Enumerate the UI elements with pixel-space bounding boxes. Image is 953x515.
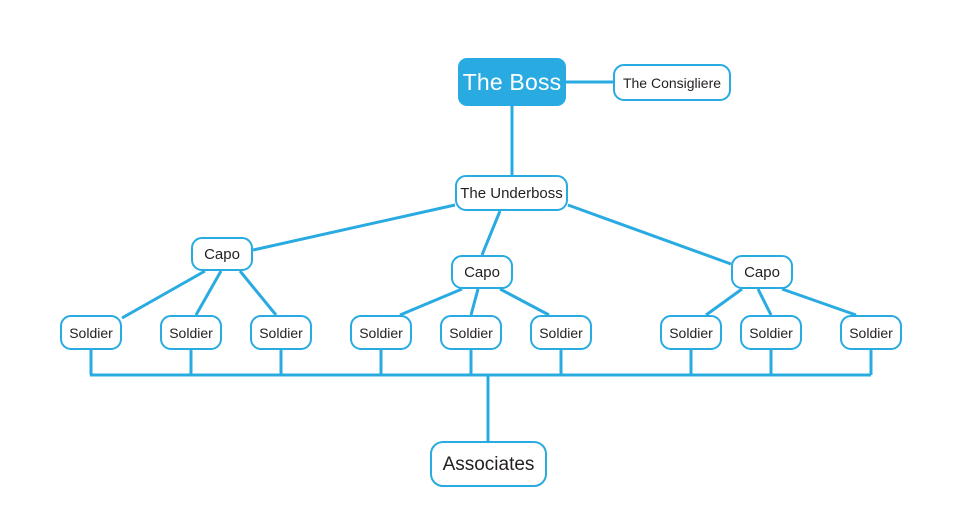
node-capo-1-label: Capo	[204, 245, 240, 263]
node-soldier-7[interactable]: Soldier	[660, 315, 722, 350]
node-associates[interactable]: Associates	[430, 441, 547, 487]
node-the-boss[interactable]: The Boss	[458, 58, 566, 106]
node-soldier-3-label: Soldier	[259, 324, 303, 341]
edge-capo-soldier-9	[781, 287, 857, 317]
node-soldier-5-label: Soldier	[449, 324, 493, 341]
node-soldier-4-label: Soldier	[359, 324, 403, 341]
edge-capo-soldier-8	[756, 288, 773, 316]
node-soldier-4[interactable]: Soldier	[350, 315, 412, 350]
node-soldier-3[interactable]: Soldier	[250, 315, 312, 350]
edge-underboss-capo-2	[480, 210, 502, 256]
node-soldier-8[interactable]: Soldier	[740, 315, 802, 350]
node-soldier-8-label: Soldier	[749, 324, 793, 341]
edge-capo-soldier-7	[705, 287, 743, 317]
edge-underboss-capo-3	[567, 203, 732, 266]
node-capo-2-label: Capo	[464, 263, 500, 281]
node-associates-label: Associates	[442, 453, 535, 475]
edge-capo-soldier-2	[194, 270, 223, 316]
node-soldier-9[interactable]: Soldier	[840, 315, 902, 350]
node-soldier-1[interactable]: Soldier	[60, 315, 122, 350]
node-soldier-5[interactable]: Soldier	[440, 315, 502, 350]
edge-capo-soldier-6	[499, 287, 550, 317]
node-soldier-2[interactable]: Soldier	[160, 315, 222, 350]
node-the-underboss[interactable]: The Underboss	[455, 175, 568, 211]
edge-capo-soldier-3	[238, 270, 278, 316]
node-the-consigliere-label: The Consigliere	[622, 74, 722, 91]
node-capo-3[interactable]: Capo	[731, 255, 793, 289]
node-the-boss-label: The Boss	[462, 68, 562, 95]
org-chart-diagram: The Boss The Consigliere The Underboss C…	[0, 0, 953, 515]
edge-capo-soldier-4	[399, 287, 463, 317]
edge-underboss-capo-1	[252, 203, 456, 252]
node-soldier-7-label: Soldier	[669, 324, 713, 341]
node-the-consigliere[interactable]: The Consigliere	[613, 64, 731, 101]
node-soldier-2-label: Soldier	[169, 324, 213, 341]
node-soldier-9-label: Soldier	[849, 324, 893, 341]
node-capo-1[interactable]: Capo	[191, 237, 253, 271]
node-the-underboss-label: The Underboss	[460, 184, 563, 202]
edge-capo-soldier-1	[121, 269, 206, 320]
node-soldier-1-label: Soldier	[69, 324, 113, 341]
node-capo-2[interactable]: Capo	[451, 255, 513, 289]
node-capo-3-label: Capo	[744, 263, 780, 281]
node-soldier-6-label: Soldier	[539, 324, 583, 341]
node-soldier-6[interactable]: Soldier	[530, 315, 592, 350]
edge-capo-soldier-5	[469, 288, 480, 316]
